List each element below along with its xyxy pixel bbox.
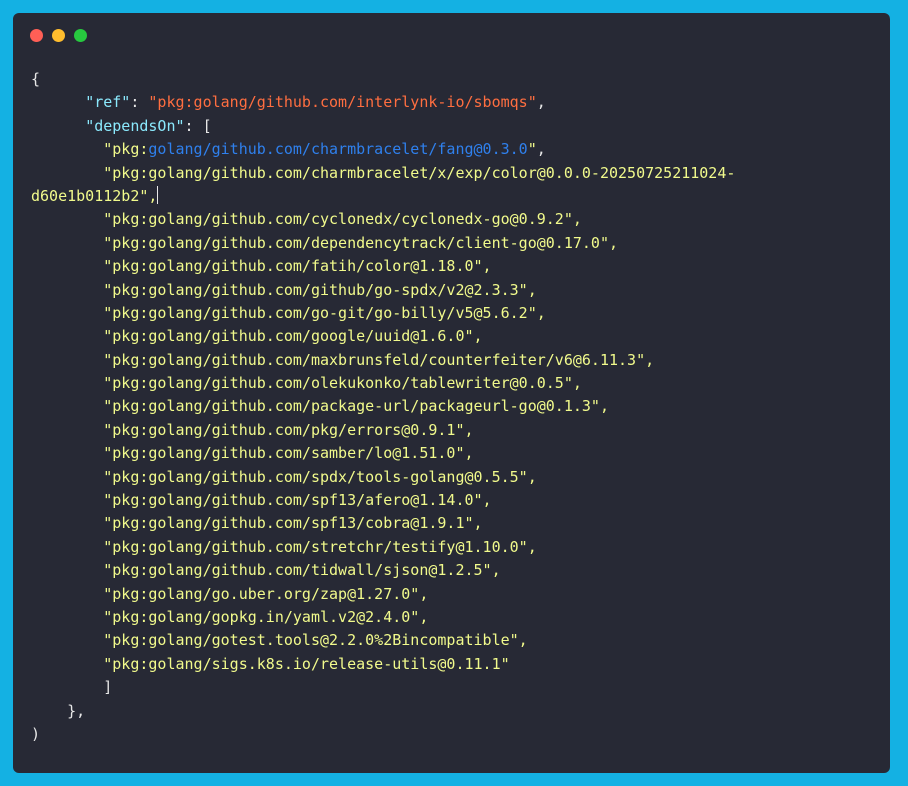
dependency-line: "pkg:golang/github.com/samber/lo@1.51.0"… xyxy=(31,442,880,465)
dependency-line: "pkg:golang/github.com/spf13/cobra@1.9.1… xyxy=(31,512,880,535)
dependency-string: "pkg:golang/github.com/tidwall/sjson@1.2… xyxy=(103,561,501,580)
dependency-string: "pkg:golang/github.com/fatih/color@1.18.… xyxy=(103,257,492,276)
dependency-string: "pkg:golang/github.com/stretchr/testify@… xyxy=(103,537,537,556)
first-dep-link[interactable]: golang/github.com/charmbracelet/fang@0.3… xyxy=(148,140,527,158)
code-line-ref: "ref": "pkg:golang/github.com/interlynk-… xyxy=(31,91,880,114)
dependency-string: "pkg:golang/github.com/google/uuid@1.6.0… xyxy=(103,327,483,346)
code-line-close-bracket: ] xyxy=(31,676,880,699)
first-dep-prefix: "pkg: xyxy=(103,140,149,159)
open-brace: { xyxy=(31,70,41,88)
close-object: }, xyxy=(67,701,86,720)
dependency-line: "pkg:golang/github.com/fatih/color@1.18.… xyxy=(31,255,880,278)
maximize-dot-icon[interactable] xyxy=(74,29,87,42)
code-line-close-final: ) xyxy=(31,723,880,746)
dependency-line: "pkg:golang/github.com/package-url/packa… xyxy=(31,395,880,418)
dependency-string: "pkg:golang/github.com/samber/lo@1.51.0"… xyxy=(103,444,474,463)
dependency-line: "pkg:golang/github.com/stretchr/testify@… xyxy=(31,536,880,559)
dependency-line: "pkg:golang/github.com/github/go-spdx/v2… xyxy=(31,279,880,302)
window-controls xyxy=(30,29,87,42)
dependency-string: "pkg:golang/github.com/github/go-spdx/v2… xyxy=(103,280,537,299)
dependency-string: "pkg:golang/github.com/package-url/packa… xyxy=(103,397,609,416)
dependency-line: "pkg:golang/sigs.k8s.io/release-utils@0.… xyxy=(31,653,880,676)
ref-key: "ref" xyxy=(85,93,131,112)
dependency-line: "pkg:golang/github.com/charmbracelet/x/e… xyxy=(31,162,880,185)
dependency-line: "pkg:golang/gopkg.in/yaml.v2@2.4.0", xyxy=(31,606,880,629)
ref-value: "pkg:golang/github.com/interlynk-io/sbom… xyxy=(148,93,537,112)
close-final: ) xyxy=(31,724,41,743)
dependency-string: "pkg:golang/github.com/maxbrunsfeld/coun… xyxy=(103,350,655,369)
code-line-close-object: }, xyxy=(31,700,880,723)
ref-comma: , xyxy=(536,93,546,112)
dependency-line: "pkg:golang/github.com/tidwall/sjson@1.2… xyxy=(31,559,880,582)
dependency-line: "pkg:golang/github.com/charmbracelet/fan… xyxy=(31,138,880,161)
dependency-string: "pkg:golang/github.com/dependencytrack/c… xyxy=(103,233,619,252)
dependency-string: "pkg:golang/github.com/spdx/tools-golang… xyxy=(103,467,537,486)
dependency-string: "pkg:golang/github.com/olekukonko/tablew… xyxy=(103,374,582,393)
dependency-string: "pkg:golang/gopkg.in/yaml.v2@2.4.0", xyxy=(103,607,429,626)
dependency-line: "pkg:golang/github.com/olekukonko/tablew… xyxy=(31,372,880,395)
dependency-string: "pkg:golang/go.uber.org/zap@1.27.0", xyxy=(103,584,429,603)
dependency-line: "pkg:golang/github.com/cyclonedx/cyclone… xyxy=(31,208,880,231)
dependency-string: "pkg:golang/sigs.k8s.io/release-utils@0.… xyxy=(103,654,510,673)
dependency-string: "pkg:golang/github.com/go-git/go-billy/v… xyxy=(103,303,546,322)
minimize-dot-icon[interactable] xyxy=(52,29,65,42)
text-cursor xyxy=(157,185,159,204)
dependency-string: "pkg:golang/github.com/pkg/errors@0.9.1"… xyxy=(103,420,474,439)
dependency-string: "pkg:golang/github.com/cyclonedx/cyclone… xyxy=(103,210,582,229)
dependency-line: "pkg:golang/github.com/pkg/errors@0.9.1"… xyxy=(31,419,880,442)
ref-colon: : xyxy=(130,93,149,112)
code-line-open-brace: { xyxy=(31,68,880,91)
second-dep-part1: "pkg:golang/github.com/charmbracelet/x/e… xyxy=(103,163,736,182)
close-dot-icon[interactable] xyxy=(30,29,43,42)
dependency-line: "pkg:golang/github.com/google/uuid@1.6.0… xyxy=(31,325,880,348)
dependency-line: "pkg:golang/gotest.tools@2.2.0%2Bincompa… xyxy=(31,629,880,652)
dependency-line: "pkg:golang/github.com/dependencytrack/c… xyxy=(31,232,880,255)
dependency-string: "pkg:golang/github.com/spf13/cobra@1.9.1… xyxy=(103,514,483,533)
dependency-string: "pkg:golang/github.com/spf13/afero@1.14.… xyxy=(103,491,492,510)
code-window: { "ref": "pkg:golang/github.com/interlyn… xyxy=(13,13,890,773)
first-dep-comma: , xyxy=(536,140,546,159)
second-dep-part2: d60e1b0112b2", xyxy=(31,186,158,205)
dependency-line: "pkg:golang/github.com/go-git/go-billy/v… xyxy=(31,302,880,325)
close-bracket: ] xyxy=(103,678,113,697)
code-block: { "ref": "pkg:golang/github.com/interlyn… xyxy=(31,68,880,746)
code-line-depends-on: "dependsOn": [ xyxy=(31,115,880,138)
dependency-line-wrap: d60e1b0112b2", xyxy=(31,185,880,208)
dependency-line: "pkg:golang/github.com/maxbrunsfeld/coun… xyxy=(31,349,880,372)
dependency-list: "pkg:golang/github.com/cyclonedx/cyclone… xyxy=(31,208,880,676)
open-bracket: : [ xyxy=(184,116,212,135)
first-dep-suffix: " xyxy=(527,140,537,159)
depends-on-key: "dependsOn" xyxy=(85,116,185,135)
dependency-line: "pkg:golang/github.com/spf13/afero@1.14.… xyxy=(31,489,880,512)
dependency-line: "pkg:golang/github.com/spdx/tools-golang… xyxy=(31,466,880,489)
dependency-line: "pkg:golang/go.uber.org/zap@1.27.0", xyxy=(31,583,880,606)
dependency-string: "pkg:golang/gotest.tools@2.2.0%2Bincompa… xyxy=(103,631,528,650)
